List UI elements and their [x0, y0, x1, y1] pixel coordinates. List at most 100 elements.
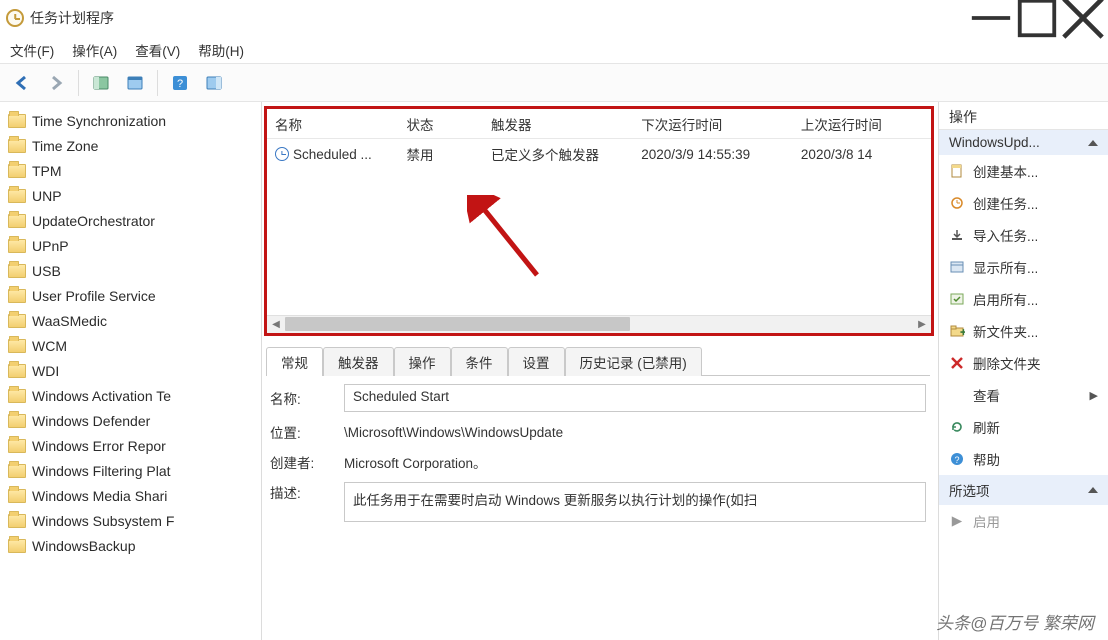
col-header-triggers[interactable]: 触发器 — [491, 114, 641, 134]
scroll-track[interactable] — [285, 316, 913, 333]
action-item[interactable]: 删除文件夹 — [939, 347, 1108, 379]
task-status-cell: 禁用 — [406, 144, 491, 164]
col-header-last-run[interactable]: 上次运行时间 — [801, 114, 923, 134]
folder-icon — [8, 139, 26, 153]
menu-action[interactable]: 操作(A) — [72, 40, 117, 60]
actions-section-selected[interactable]: 所选项 — [939, 475, 1108, 505]
refresh-icon — [949, 419, 965, 435]
toolbar-help-button[interactable]: ? — [166, 69, 194, 97]
scroll-thumb[interactable] — [285, 317, 630, 331]
tree-item[interactable]: WCM — [6, 333, 257, 358]
scroll-right-button[interactable]: ▶ — [913, 316, 931, 333]
tree-item-label: WCM — [32, 338, 67, 354]
svg-text:✚: ✚ — [960, 328, 965, 337]
actions-header: 操作 — [939, 102, 1108, 130]
tree-item[interactable]: UpdateOrchestrator — [6, 208, 257, 233]
actions-list: 创建基本... 创建任务... 导入任务... 显示所有... 启用所有...✚新文件夹… — [939, 155, 1108, 475]
actions-section-windowsupdate[interactable]: WindowsUpd... — [939, 130, 1108, 155]
tab-actions[interactable]: 操作 — [394, 347, 451, 376]
folder-icon — [8, 164, 26, 178]
action-item[interactable]: 显示所有... — [939, 251, 1108, 283]
tree-item[interactable]: UPnP — [6, 233, 257, 258]
minimize-icon — [968, 0, 1014, 41]
tab-triggers[interactable]: 触发器 — [323, 347, 394, 376]
action-item-label: 显示所有... — [973, 257, 1038, 277]
action-item[interactable]: 启用所有... — [939, 283, 1108, 315]
tree-item[interactable]: UNP — [6, 183, 257, 208]
minimize-button[interactable] — [968, 0, 1014, 36]
menu-file[interactable]: 文件(F) — [10, 40, 54, 60]
tree-item-label: Windows Activation Te — [32, 388, 171, 404]
chevron-up-icon — [1088, 140, 1098, 146]
scroll-left-button[interactable]: ◀ — [267, 316, 285, 333]
tree-item[interactable]: WDI — [6, 358, 257, 383]
menu-view[interactable]: 查看(V) — [135, 40, 180, 60]
task-name-cell: Scheduled ... — [275, 147, 406, 162]
toolbar-button-4[interactable] — [200, 69, 228, 97]
tree-item[interactable]: Windows Media Shari — [6, 483, 257, 508]
tree-item[interactable]: WindowsBackup — [6, 533, 257, 558]
action-item[interactable]: 创建基本... — [939, 155, 1108, 187]
nav-forward-button[interactable] — [42, 69, 70, 97]
field-name-row: 名称: Scheduled Start — [266, 382, 930, 414]
action-item-label: 创建任务... — [973, 193, 1038, 213]
field-name-value[interactable]: Scheduled Start — [344, 384, 926, 412]
toolbar-button-2[interactable] — [121, 69, 149, 97]
tree-item[interactable]: TPM — [6, 158, 257, 183]
field-author-row: 创建者: Microsoft Corporation。 — [266, 450, 930, 474]
action-item[interactable]: 创建任务... — [939, 187, 1108, 219]
tree-item[interactable]: Windows Filtering Plat — [6, 458, 257, 483]
tree-item[interactable]: Time Zone — [6, 133, 257, 158]
toolbar: ? — [0, 64, 1108, 102]
task-next-run-cell: 2020/3/9 14:55:39 — [641, 147, 801, 162]
col-header-name[interactable]: 名称 — [275, 114, 406, 134]
action-item-label: 删除文件夹 — [973, 353, 1041, 373]
tree-item[interactable]: Windows Defender — [6, 408, 257, 433]
tree-item[interactable]: User Profile Service — [6, 283, 257, 308]
action-item[interactable]: ✚新文件夹... — [939, 315, 1108, 347]
tree-item[interactable]: USB — [6, 258, 257, 283]
tab-conditions[interactable]: 条件 — [451, 347, 508, 376]
tree-item[interactable]: WaaSMedic — [6, 308, 257, 333]
tree-item-label: USB — [32, 263, 61, 279]
tab-general[interactable]: 常规 — [266, 347, 323, 376]
tab-settings[interactable]: 设置 — [508, 347, 565, 376]
action-item[interactable]: ?帮助 — [939, 443, 1108, 475]
tree-item[interactable]: Windows Activation Te — [6, 383, 257, 408]
tab-history[interactable]: 历史记录 (已禁用) — [565, 347, 702, 376]
tree-item-label: Windows Subsystem F — [32, 513, 174, 529]
tree-pane[interactable]: Time SynchronizationTime ZoneTPMUNPUpdat… — [0, 102, 262, 640]
menu-help[interactable]: 帮助(H) — [198, 40, 244, 60]
task-row[interactable]: Scheduled ... 禁用 已定义多个触发器 2020/3/9 14:55… — [267, 139, 931, 169]
toolbar-button-1[interactable] — [87, 69, 115, 97]
nav-back-button[interactable] — [8, 69, 36, 97]
action-item[interactable]: 刷新 — [939, 411, 1108, 443]
action-item-label: 导入任务... — [973, 225, 1038, 245]
clock-icon — [275, 147, 289, 161]
folder-icon — [8, 364, 26, 378]
field-description-row: 描述: 此任务用于在需要时启动 Windows 更新服务以执行计划的操作(如扫 — [266, 480, 930, 524]
col-header-next-run[interactable]: 下次运行时间 — [641, 114, 801, 134]
field-author-value: Microsoft Corporation。 — [344, 452, 487, 472]
toolbar-separator — [78, 70, 79, 96]
view-icon — [949, 387, 965, 403]
action-item[interactable]: 导入任务... — [939, 219, 1108, 251]
toolbar-separator — [157, 70, 158, 96]
col-header-status[interactable]: 状态 — [406, 114, 491, 134]
tree-item-label: User Profile Service — [32, 288, 156, 304]
tree-item[interactable]: Windows Error Repor — [6, 433, 257, 458]
tree-item[interactable]: Time Synchronization — [6, 108, 257, 133]
close-button[interactable] — [1060, 0, 1106, 36]
enableall-icon — [949, 291, 965, 307]
showall-icon — [949, 259, 965, 275]
maximize-button[interactable] — [1014, 0, 1060, 36]
action-item-label: 刷新 — [973, 417, 1000, 437]
tree-item[interactable]: Windows Subsystem F — [6, 508, 257, 533]
task-name: Scheduled ... — [293, 147, 372, 162]
folder-icon — [8, 389, 26, 403]
action-enable-selected[interactable]: ▶ 启用 — [939, 505, 1108, 537]
action-item-label: 创建基本... — [973, 161, 1038, 181]
horizontal-scrollbar[interactable]: ◀ ▶ — [267, 315, 931, 333]
action-item[interactable]: 查看▶ — [939, 379, 1108, 411]
field-description-value[interactable]: 此任务用于在需要时启动 Windows 更新服务以执行计划的操作(如扫 — [344, 482, 926, 522]
